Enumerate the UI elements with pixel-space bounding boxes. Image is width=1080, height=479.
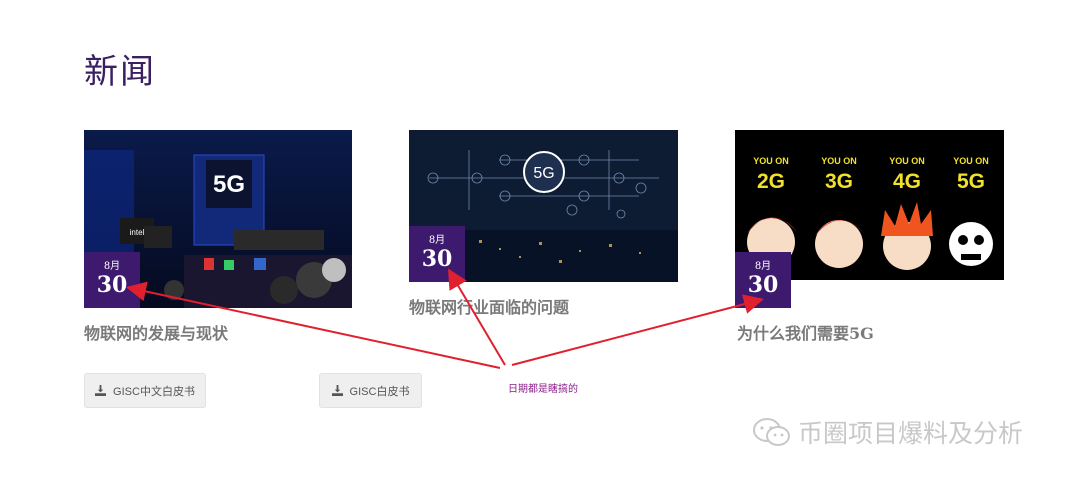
button-label: GISC白皮书 bbox=[349, 385, 410, 398]
date-day: 30 bbox=[747, 272, 779, 298]
download-whitepaper-button[interactable]: GISC白皮书 bbox=[319, 373, 422, 408]
annotation-note: 日期都是瞎搞的 bbox=[508, 384, 578, 395]
news-image-network[interactable]: 5G 8月 30 bbox=[409, 130, 678, 282]
watermark-text: 币圈项目爆料及分析 bbox=[798, 419, 1024, 448]
svg-text:YOU ON: YOU ON bbox=[753, 156, 789, 166]
news-image-cartoon[interactable]: YOU ON YOU ON YOU ON YOU ON 2G 3G 4G 5G … bbox=[735, 130, 1004, 308]
svg-text:YOU ON: YOU ON bbox=[953, 156, 989, 166]
network-5g-label: 5G bbox=[533, 165, 554, 182]
watermark: 币圈项目爆料及分析 bbox=[752, 414, 1023, 450]
news-image-expo[interactable]: 5G intel 8月 30 bbox=[84, 130, 352, 308]
date-badge: 8月 30 bbox=[735, 252, 791, 308]
svg-text:3G: 3G bbox=[825, 170, 853, 193]
svg-text:4G: 4G bbox=[893, 170, 921, 193]
date-badge: 8月 30 bbox=[409, 226, 465, 282]
svg-text:2G: 2G bbox=[757, 170, 785, 193]
wechat-icon bbox=[753, 418, 790, 446]
svg-text:5G: 5G bbox=[957, 170, 985, 193]
arrow-to-date-2 bbox=[447, 268, 506, 366]
download-icon bbox=[95, 385, 107, 396]
svg-text:YOU ON: YOU ON bbox=[889, 156, 925, 166]
date-day: 30 bbox=[96, 272, 128, 298]
page-title: 新闻 bbox=[84, 52, 156, 92]
date-badge: 8月 30 bbox=[84, 252, 140, 308]
expo-sign-text: 5G bbox=[213, 171, 245, 198]
date-day: 30 bbox=[421, 246, 453, 272]
download-chinese-whitepaper-button[interactable]: GISC中文白皮书 bbox=[84, 373, 206, 408]
button-label: GISC中文白皮书 bbox=[113, 385, 195, 398]
download-icon bbox=[331, 385, 343, 396]
news-title[interactable]: 物联网行业面临的问题 bbox=[409, 294, 569, 318]
news-title[interactable]: 物联网的发展与现状 bbox=[84, 320, 228, 344]
svg-text:YOU ON: YOU ON bbox=[821, 156, 857, 166]
svg-text:intel: intel bbox=[130, 228, 145, 237]
news-title[interactable]: 为什么我们需要5G bbox=[737, 320, 874, 344]
